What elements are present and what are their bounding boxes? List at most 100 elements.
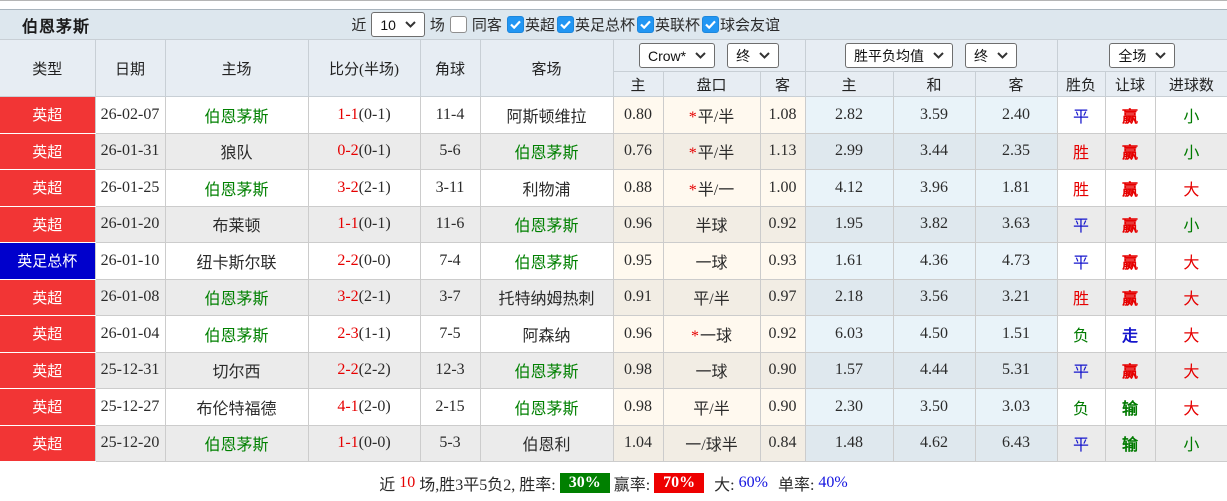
team-title: 伯恩茅斯	[22, 18, 91, 36]
cell-handicap: 半球	[662, 205, 761, 243]
handicap-text: 一球	[695, 254, 728, 272]
cell-handicap-result: 赢	[1104, 132, 1156, 170]
cell-away-team: 伯恩茅斯	[479, 242, 614, 280]
cell-date: 26-01-10	[94, 242, 166, 280]
home-team-name: 伯恩茅斯	[204, 181, 269, 199]
same-opponent-checkbox[interactable]	[449, 16, 467, 33]
odds-stage-select[interactable]: 终	[727, 43, 780, 68]
cell-date: 26-02-07	[94, 96, 166, 134]
half-time-score: (2-1)	[358, 178, 391, 196]
cell-mean-draw: 3.50	[892, 388, 976, 426]
cell-odds-home: 0.96	[612, 205, 664, 243]
half-time-score: (0-1)	[358, 105, 391, 123]
col-header-odds-home: 主	[612, 71, 664, 97]
table-row: 英超 26-01-31 狼队 0-2(0-1) 5-6 伯恩茅斯 0.76 *平/半 1.13 2…	[0, 132, 1227, 170]
half-time-score: (1-1)	[358, 324, 391, 342]
match-tbody: 英超 26-02-07 伯恩茅斯 1-1(0-1) 11-4 阿斯顿维拉 0.80 *平/半 1…	[0, 96, 1227, 462]
cell-mean-away: 4.73	[974, 242, 1058, 280]
cell-handicap-result: 赢	[1104, 351, 1156, 389]
cell-date: 26-01-25	[94, 169, 166, 207]
cell-mean-away: 2.40	[974, 96, 1058, 134]
col-header-date: 日期	[94, 39, 166, 97]
cell-mean-draw: 3.56	[892, 278, 976, 316]
cell-away-team: 伯恩茅斯	[479, 351, 614, 389]
competition-checkbox[interactable]	[701, 16, 719, 33]
half-time-score: (2-0)	[358, 397, 391, 415]
table-row: 英超 25-12-27 布伦特福德 4-1(2-0) 2-15 伯恩茅斯 0.98 平/半 0.…	[0, 388, 1227, 426]
match-count-value: 10	[380, 16, 396, 33]
cell-result: 胜	[1056, 169, 1106, 207]
handicap-text: 平/半	[693, 291, 730, 309]
col-header-goals: 进球数	[1154, 71, 1227, 97]
cell-mean-draw: 3.82	[892, 205, 976, 243]
cell-date: 25-12-31	[94, 351, 166, 389]
cell-odds-away: 0.93	[759, 242, 806, 280]
away-team-name: 伯恩茅斯	[514, 145, 579, 163]
away-team-name: 阿斯顿维拉	[506, 108, 587, 126]
matches-label: 场	[429, 18, 445, 34]
summary-count: 10	[399, 473, 416, 491]
cell-date: 26-01-31	[94, 132, 166, 170]
big-label: 大:	[714, 476, 735, 494]
cell-handicap-result: 赢	[1104, 96, 1156, 134]
competition-checkbox[interactable]	[506, 16, 524, 33]
match-count-select[interactable]: 10	[371, 12, 425, 37]
cell-away-team: 利物浦	[479, 169, 614, 207]
handicap-text: 平/半	[697, 108, 735, 126]
cell-away-team: 阿森纳	[479, 315, 614, 353]
cell-mean-home: 2.99	[804, 132, 894, 170]
half-time-score: (0-0)	[358, 434, 391, 452]
summary-bar: 近 10 场,胜3平5负2, 胜率: 30% 赢率: 70% 大: 60% 单率: 40…	[0, 462, 1227, 501]
competition-checkbox[interactable]	[636, 16, 654, 33]
mean-stage-select[interactable]: 终	[965, 43, 1018, 68]
match-stats-page: 伯恩茅斯 近 10 场 同客 英超 英足总杯 英联杯 球会友谊 类型 日期 主场 比	[0, 0, 1227, 501]
scope-select[interactable]: 全场	[1109, 43, 1176, 68]
cell-handicap-result: 输	[1104, 388, 1156, 426]
cell-score: 3-2(2-1)	[307, 169, 421, 207]
competition-checkbox[interactable]	[556, 16, 574, 33]
cell-handicap: 平/半	[662, 388, 761, 426]
cell-odds-home: 0.98	[612, 351, 664, 389]
big-rate: 60%	[738, 473, 768, 491]
title-bar: 伯恩茅斯 近 10 场 同客 英超 英足总杯 英联杯 球会友谊	[0, 9, 1227, 39]
cell-mean-home: 2.30	[804, 388, 894, 426]
cell-competition-type: 英超	[0, 169, 96, 207]
cell-corners: 5-3	[419, 424, 481, 462]
filter-controls: 近 10 场 同客 英超 英足总杯 英联杯 球会友谊	[351, 12, 780, 37]
cell-mean-away: 3.03	[974, 388, 1058, 426]
competition-toggle: 英联杯	[636, 14, 700, 35]
cell-goals: 大	[1154, 278, 1227, 316]
cell-handicap-result: 输	[1104, 424, 1156, 462]
col-header-odds-away: 客	[759, 71, 806, 97]
half-time-score: (0-1)	[358, 142, 391, 160]
away-team-name: 利物浦	[522, 181, 571, 199]
cell-away-team: 伯恩茅斯	[479, 205, 614, 243]
match-history-table: 类型 日期 主场 比分(半场) 角球 客场 Crow* 终 胜平负均值 终 全场…	[0, 39, 1227, 462]
cell-home-team: 伯恩茅斯	[164, 424, 309, 462]
away-team-name: 伯恩茅斯	[514, 254, 579, 272]
home-team-name: 纽卡斯尔联	[196, 254, 277, 272]
col-header-handicap: 盘口	[662, 71, 761, 97]
mean-type-select[interactable]: 胜平负均值	[845, 43, 954, 68]
full-time-score: 2-3	[337, 324, 359, 342]
home-team-name: 伯恩茅斯	[204, 437, 269, 455]
chevron-down-icon	[759, 52, 770, 59]
cell-corners: 2-15	[419, 388, 481, 426]
cell-mean-away: 1.81	[974, 169, 1058, 207]
chevron-down-icon	[933, 52, 944, 59]
col-header-handicap-result: 让球	[1104, 71, 1156, 97]
cell-score: 4-1(2-0)	[307, 388, 421, 426]
cell-home-team: 布伦特福德	[164, 388, 309, 426]
top-strip	[0, 1, 1227, 9]
odds-company-select[interactable]: Crow*	[638, 43, 716, 68]
cell-odds-home: 1.04	[612, 424, 664, 462]
cell-home-team: 伯恩茅斯	[164, 278, 309, 316]
competition-label: 球会友谊	[719, 18, 780, 34]
cell-odds-home: 0.96	[612, 315, 664, 353]
cell-away-team: 伯恩利	[479, 424, 614, 462]
cell-odds-away: 1.00	[759, 169, 806, 207]
competition-label: 英足总杯	[574, 18, 635, 34]
col-header-mean-home: 主	[804, 71, 894, 97]
home-team-name: 伯恩茅斯	[204, 327, 269, 345]
cell-mean-draw: 3.59	[892, 96, 976, 134]
